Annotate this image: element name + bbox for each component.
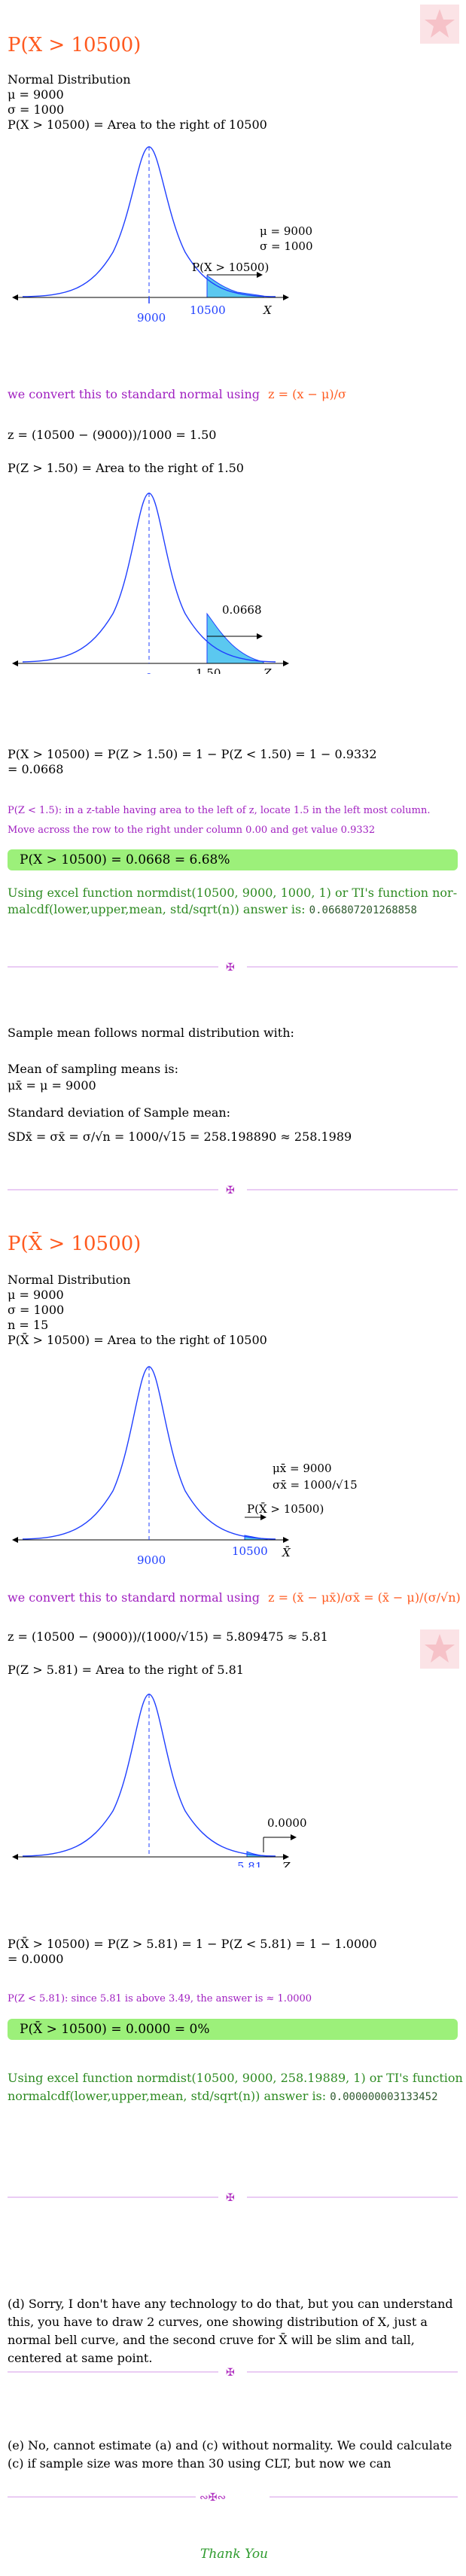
answer-box: P(X > 10500) = 0.0668 = 6.68%	[8, 849, 458, 870]
area-label: 0.0000	[267, 1816, 307, 1830]
tick-mean: 9000	[137, 311, 166, 325]
thank-you-text: Thank You	[200, 2547, 269, 2562]
result-line: = 0.0000	[8, 1952, 64, 1966]
region-label: P(X > 10500)	[192, 261, 269, 274]
info-line: Normal Distribution	[8, 72, 131, 87]
info-line: σ = 1000	[8, 1303, 65, 1317]
answer-text: P(X̄ > 10500) = 0.0000 = 0%	[20, 2022, 210, 2037]
sd-label: Standard deviation of Sample mean:	[8, 1105, 231, 1120]
convert-text: we convert this to standard normal using…	[8, 387, 346, 401]
intro-line: Sample mean follows normal distribution …	[8, 1026, 294, 1040]
sigma-label: σx̄ = 1000/√15	[273, 1478, 358, 1492]
result-line: = 0.0668	[8, 762, 64, 776]
convert-formula: z = (x − μ)/σ	[268, 387, 346, 401]
result-line: P(X > 10500) = P(Z > 1.50) = 1 − P(Z < 1…	[8, 747, 377, 761]
footer-divider: ∾✠∾	[8, 2492, 458, 2504]
region-label: P(X̄ > 10500)	[247, 1502, 324, 1516]
excel-note: Using excel function normdist(10500, 900…	[8, 886, 458, 900]
excel-note: normalcdf(lower,upper,mean, std/sqrt(n))…	[8, 2089, 438, 2103]
info-line: Normal Distribution	[8, 1273, 131, 1287]
watermark-icon	[420, 1629, 459, 1669]
area-label: 0.0668	[222, 603, 262, 617]
axis-label: X̄	[282, 1546, 291, 1559]
mu-label: μ = 9000	[260, 224, 312, 238]
normal-curve-graph: μ = 9000 σ = 1000 P(X > 10500) 9000 1050…	[12, 146, 313, 325]
tick-x: 10500	[232, 1544, 268, 1558]
part-e-text: (e) No, cannot estimate (a) and (c) with…	[8, 2438, 452, 2471]
sd-formula: SDx̄ = σx̄ = σ/√n = 1000/√15 = 258.19889…	[8, 1129, 352, 1144]
info-line: P(X > 10500) = Area to the right of 1050…	[8, 117, 267, 132]
svg-text:✠: ✠	[226, 962, 235, 974]
convert-formula: z = (x̄ − μx̄)/σx̄ = (x̄ − μ)/(σ/√n)	[268, 1590, 461, 1605]
z-calculation: z = (10500 − (9000))/(1000/√15) = 5.8094…	[8, 1629, 328, 1644]
axis-label: X	[263, 303, 273, 317]
sigma-label: σ = 1000	[260, 239, 313, 253]
axis-label: Z	[263, 666, 272, 674]
tick-z: 5.81	[237, 1860, 262, 1867]
table-note: P(Z < 5.81): since 5.81 is above 3.49, t…	[8, 1993, 312, 2004]
svg-text:✠: ✠	[226, 1184, 235, 1197]
section-divider: ✠	[8, 2367, 458, 2379]
standard-normal-graph: 0.0000 0 5.81 Z	[12, 1693, 307, 1867]
info-line: P(X̄ > 10500) = Area to the right of 105…	[8, 1333, 267, 1347]
section-heading: P(X̄ > 10500)	[8, 1233, 142, 1255]
standard-normal-graph: 0.0668 0 1.50 Z	[12, 492, 289, 674]
z-calculation: z = (10500 − (9000))/1000 = 1.50	[8, 428, 217, 442]
answer-text: P(X > 10500) = 0.0668 = 6.68%	[20, 852, 230, 867]
info-line: μ = 9000	[8, 87, 64, 102]
mean-formula: μx̄ = μ = 9000	[8, 1078, 96, 1093]
excel-note: malcdf(lower,upper,mean, std/sqrt(n)) an…	[8, 902, 417, 916]
tick-x: 10500	[190, 303, 226, 317]
info-line: μ = 9000	[8, 1288, 64, 1302]
axis-label: Z	[282, 1860, 291, 1867]
watermark-icon	[420, 5, 459, 44]
excel-value: 0.000000003133452	[330, 2091, 438, 2103]
tick-z: 1.50	[196, 666, 221, 674]
part-d-text: (d) Sorry, I don't have any technology t…	[8, 2297, 453, 2365]
answer-box: P(X̄ > 10500) = 0.0000 = 0%	[8, 2019, 458, 2040]
pz-line: P(Z > 1.50) = Area to the right of 1.50	[8, 461, 244, 475]
tick-mean: 0	[145, 671, 153, 674]
mu-label: μx̄ = 9000	[273, 1462, 332, 1475]
svg-text:∾✠∾: ∾✠∾	[199, 2492, 226, 2504]
info-line: n = 15	[8, 1318, 49, 1332]
table-note: Move across the row to the right under c…	[8, 825, 376, 836]
convert-text: we convert this to standard normal using…	[8, 1590, 461, 1605]
excel-note: Using excel function normdist(10500, 900…	[8, 2071, 463, 2085]
excel-value: 0.066807201268858	[309, 904, 417, 916]
mean-label: Mean of sampling means is:	[8, 1062, 178, 1076]
result-line: P(X̄ > 10500) = P(Z > 5.81) = 1 − P(Z < …	[8, 1937, 377, 1951]
table-note: P(Z < 1.5): in a z-table having area to …	[8, 805, 431, 816]
section-divider: ✠	[8, 2192, 458, 2204]
section-heading: P(X > 10500)	[8, 34, 142, 56]
section-divider: ✠	[8, 962, 458, 974]
section-divider: ✠	[8, 1184, 458, 1197]
pz-line: P(Z > 5.81) = Area to the right of 5.81	[8, 1663, 244, 1677]
svg-text:✠: ✠	[226, 2367, 235, 2379]
info-line: σ = 1000	[8, 102, 65, 117]
tick-mean: 0	[145, 1866, 153, 1867]
tick-mean: 9000	[137, 1553, 166, 1567]
solution-page: P(X > 10500) Normal Distribution μ = 900…	[0, 0, 466, 2576]
sampling-distribution-graph: μx̄ = 9000 σx̄ = 1000/√15 P(X̄ > 10500) …	[12, 1366, 358, 1567]
svg-text:✠: ✠	[226, 2192, 235, 2204]
